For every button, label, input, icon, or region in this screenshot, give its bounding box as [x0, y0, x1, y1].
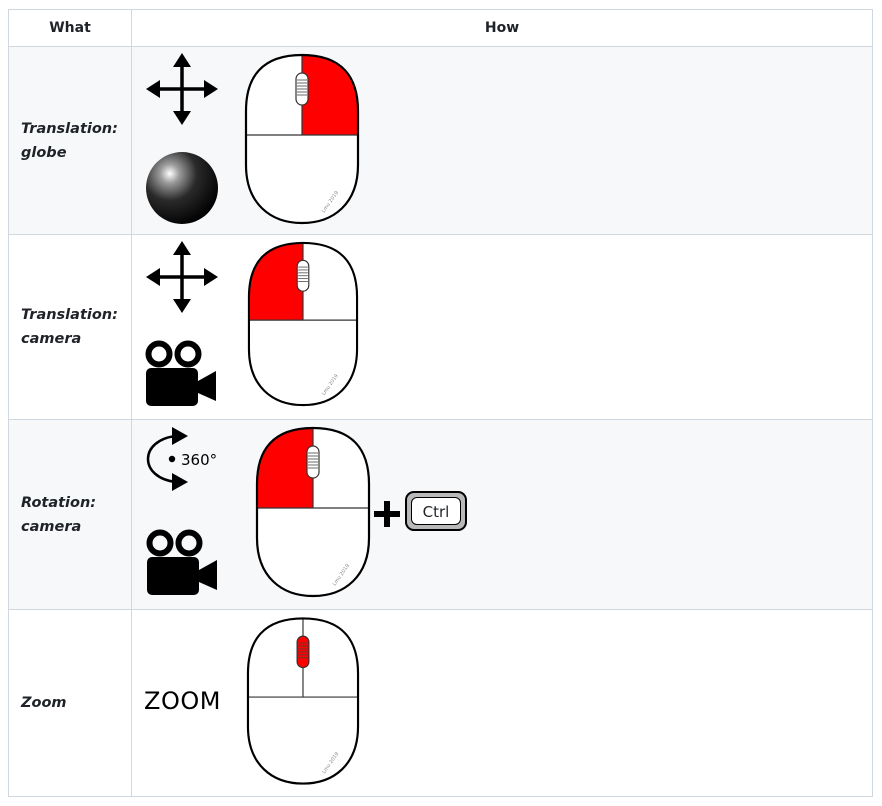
table-row: Rotation: camera 360° Lmu 2019 Ctrl [8, 419, 873, 610]
mouse-left-click-icon: Lmu 2019 [247, 241, 359, 407]
mouse-wheel-scroll-icon: Lmu 2019 [246, 617, 360, 785]
row-label-line1: Translation: [21, 307, 118, 323]
ctrl-key-label: Ctrl [411, 497, 461, 525]
row-label-line1: Translation: [21, 120, 118, 137]
mouse-right-click-icon: Lmu 2019 [244, 53, 360, 225]
row-how-cell: ZOOM Lmu 2019 [131, 609, 873, 797]
controls-table: What How Translation: globe Lmu 2019 Tra… [8, 9, 873, 797]
table-row: Zoom ZOOM Lmu 2019 [8, 609, 873, 797]
row-label-line1: Zoom [21, 695, 67, 711]
rotation-degree-label: 360° [181, 451, 218, 469]
video-camera-icon [146, 529, 217, 595]
row-label-line2: globe [21, 144, 67, 161]
row-how-cell: 360° Lmu 2019 Ctrl [131, 419, 873, 610]
mouse-left-click-icon: Lmu 2019 [255, 426, 371, 598]
table-row: Translation: globe Lmu 2019 [8, 46, 873, 235]
row-label-cell: Rotation: camera [8, 419, 132, 610]
move-arrows-icon [146, 241, 218, 313]
row-label-cell: Translation: camera [8, 234, 132, 420]
row-label-cell: Translation: globe [8, 46, 132, 235]
row-label-cell: Zoom [8, 609, 132, 797]
header-what: What [8, 9, 132, 47]
move-arrows-icon [146, 53, 218, 125]
row-label-line1: Rotation: [21, 494, 97, 511]
table-row: Translation: camera Lmu 2019 [8, 234, 873, 420]
row-label-line2: camera [21, 518, 82, 535]
video-camera-icon [145, 340, 216, 406]
ctrl-key-icon: Ctrl [405, 491, 467, 531]
header-how: How [131, 9, 873, 47]
row-how-cell: Lmu 2019 [131, 46, 873, 235]
plus-icon [374, 501, 400, 527]
globe-sphere-icon [146, 152, 218, 224]
row-label-line2: camera [21, 331, 82, 347]
zoom-label: ZOOM [144, 687, 221, 715]
row-how-cell: Lmu 2019 [131, 234, 873, 420]
